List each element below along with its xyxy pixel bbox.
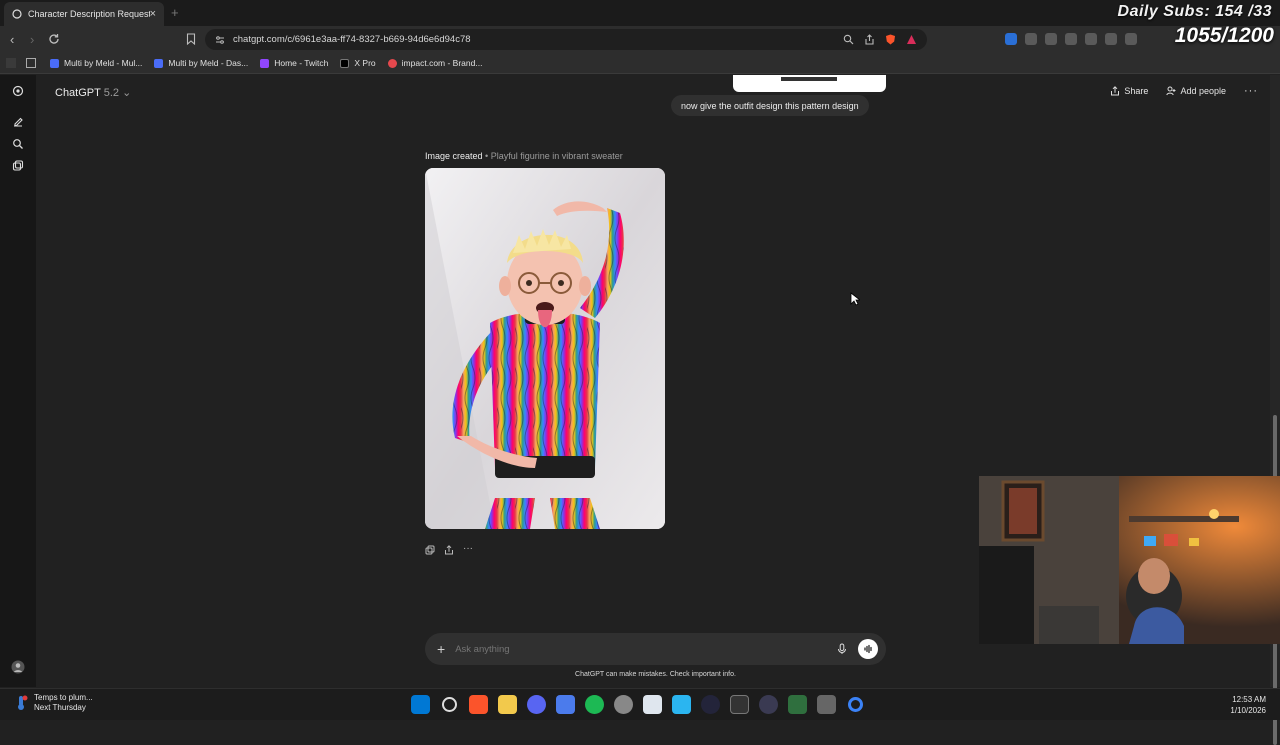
mouse-cursor-icon — [850, 292, 860, 306]
bookmarks-bar: Multi by Meld - Mul... Multi by Meld - D… — [0, 53, 1280, 74]
app-icon[interactable] — [817, 695, 836, 714]
extensions-area — [1005, 33, 1137, 45]
search-icon[interactable] — [12, 138, 24, 150]
puzzle-extensions-icon[interactable] — [1105, 33, 1117, 45]
add-person-icon — [1166, 86, 1176, 96]
impact-icon — [387, 58, 397, 68]
daily-subs-overlay: Daily Subs: 154 /33 — [1117, 3, 1272, 20]
tab-chatgpt[interactable]: Character Description Request × — [4, 2, 164, 26]
generated-image[interactable] — [425, 168, 665, 529]
voice-mode-button[interactable] — [858, 639, 878, 659]
new-tab-icon[interactable]: + — [171, 5, 179, 20]
extension-icon[interactable] — [1005, 33, 1017, 45]
bookmark-x-pro[interactable]: X Pro — [340, 58, 376, 68]
app-icon[interactable] — [701, 695, 720, 714]
app-icon[interactable] — [759, 695, 778, 714]
bookmark-multi-meld-1[interactable]: Multi by Meld - Mul... — [50, 58, 142, 68]
more-actions-icon[interactable]: ··· — [463, 544, 473, 555]
attach-plus-icon[interactable]: + — [437, 641, 445, 657]
meld-icon — [50, 58, 59, 68]
app-icon[interactable] — [788, 695, 807, 714]
twitch-icon — [260, 58, 270, 68]
x-icon — [340, 58, 350, 68]
chat-input[interactable] — [455, 643, 836, 655]
model-selector[interactable]: ChatGPT 5.2 ⌄ — [55, 86, 131, 99]
url-text: chatgpt.com/c/6961e3aa-ff74-8327-b669-94… — [233, 34, 471, 45]
tab-title: Character Description Request — [28, 9, 150, 19]
thermometer-icon — [18, 695, 28, 710]
app-store-icon[interactable] — [672, 695, 691, 714]
previous-uploaded-image[interactable] — [733, 75, 886, 92]
brave-rewards-icon[interactable] — [906, 34, 917, 45]
webcam-scene — [979, 476, 1280, 644]
extension-icon[interactable] — [1085, 33, 1097, 45]
image-actions: ··· — [425, 544, 473, 555]
share-page-icon[interactable] — [864, 34, 875, 45]
library-icon[interactable] — [12, 160, 24, 172]
extension-icon[interactable] — [1065, 33, 1077, 45]
brave-shields-icon[interactable] — [885, 34, 896, 45]
share-icon — [1111, 86, 1120, 96]
new-chat-icon[interactable] — [12, 116, 24, 128]
image-created-caption: Image created • Playful figurine in vibr… — [425, 151, 623, 161]
copy-icon[interactable] — [425, 545, 435, 555]
app-window-icon[interactable] — [643, 695, 662, 714]
disclaimer-text: ChatGPT can make mistakes. Check importa… — [575, 671, 736, 678]
sub-goal-overlay: 1055/1200 — [1174, 24, 1274, 47]
bookmark-twitch[interactable]: Home - Twitch — [260, 58, 328, 68]
streamer-webcam — [979, 476, 1280, 644]
windows-taskbar: Temps to plum... Next Thursday 12:53 AM … — [0, 688, 1280, 720]
brave-browser-icon[interactable] — [469, 695, 488, 714]
chat-composer: + — [425, 633, 886, 665]
system-clock[interactable]: 12:53 AM 1/10/2026 — [1230, 694, 1266, 716]
reload-icon[interactable] — [48, 33, 60, 45]
search-icon[interactable] — [442, 697, 457, 712]
figurine-illustration — [425, 168, 665, 529]
chatgpt-favicon-icon — [12, 9, 22, 19]
more-options-icon[interactable]: ··· — [1244, 85, 1258, 97]
back-icon[interactable]: ‹ — [10, 32, 14, 47]
close-tab-icon[interactable]: × — [150, 8, 156, 20]
discord-icon[interactable] — [527, 695, 546, 714]
header-actions: Share Add people ··· — [1110, 85, 1258, 97]
file-explorer-icon[interactable] — [498, 695, 517, 714]
chrome-icon[interactable] — [614, 695, 633, 714]
spotify-icon[interactable] — [585, 695, 604, 714]
user-message-bubble: now give the outfit design this pattern … — [671, 95, 869, 116]
extension-icon[interactable] — [1045, 33, 1057, 45]
bookmark-icon[interactable] — [186, 33, 196, 45]
extension-icon[interactable] — [1025, 33, 1037, 45]
microphone-icon[interactable] — [836, 643, 848, 655]
bookmark-multi-meld-2[interactable]: Multi by Meld - Das... — [154, 58, 248, 68]
windows-start-icon[interactable] — [411, 695, 430, 714]
browser-tab-bar: Character Description Request × + Daily … — [0, 0, 1280, 26]
taskbar-apps — [411, 695, 865, 714]
meld-icon — [154, 58, 164, 68]
avatar[interactable] — [11, 660, 25, 674]
app-icon[interactable] — [556, 695, 575, 714]
terminal-icon[interactable] — [730, 695, 749, 714]
chatgpt-sidebar-rail — [0, 75, 36, 687]
weather-widget[interactable]: Temps to plum... Next Thursday — [14, 693, 93, 713]
zoom-icon[interactable] — [843, 34, 854, 45]
chevron-down-icon: ⌄ — [122, 87, 132, 99]
sidebar-toggle-icon[interactable] — [6, 58, 16, 68]
extension-icon[interactable] — [1125, 33, 1137, 45]
voice-waveform-icon — [864, 644, 872, 654]
bookmark-impact[interactable]: impact.com - Brand... — [387, 58, 482, 68]
openai-logo-icon[interactable] — [12, 85, 24, 97]
browser-toolbar: ‹ › chatgpt.com/c/6961e3aa-ff74-8327-b66… — [0, 26, 1280, 53]
address-bar[interactable]: chatgpt.com/c/6961e3aa-ff74-8327-b669-94… — [205, 29, 927, 50]
app-c-icon[interactable] — [848, 697, 863, 712]
forward-icon[interactable]: › — [30, 32, 34, 47]
apps-grid-icon[interactable] — [26, 58, 36, 68]
share-button[interactable]: Share — [1110, 86, 1148, 96]
add-people-button[interactable]: Add people — [1166, 86, 1226, 96]
site-settings-icon[interactable] — [215, 35, 225, 45]
share-image-icon[interactable] — [444, 545, 454, 555]
